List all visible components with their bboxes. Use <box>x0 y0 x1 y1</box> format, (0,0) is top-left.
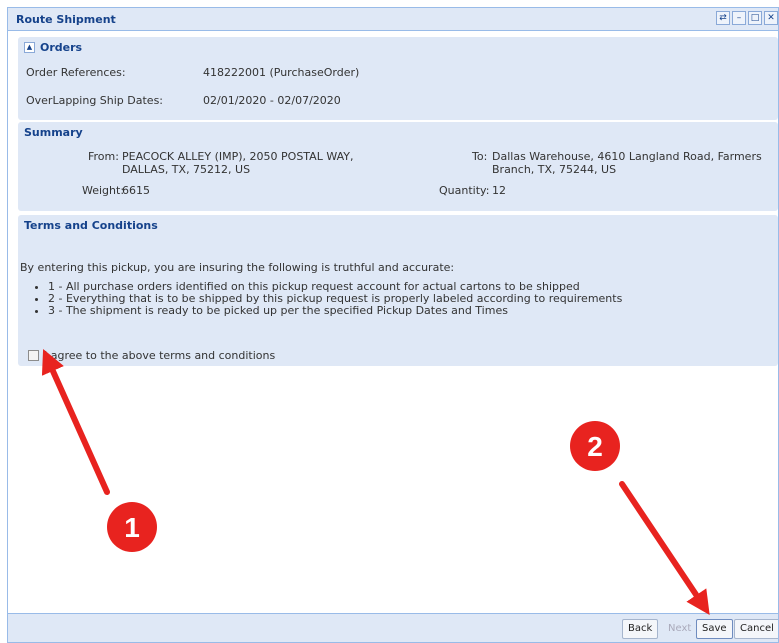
marker-2-number: 2 <box>587 431 603 462</box>
marker-1-number: 1 <box>124 512 140 543</box>
marker-1-badge: 1 <box>103 498 161 556</box>
annotation-overlay: 1 2 <box>41 349 710 615</box>
arrow-1 <box>41 349 110 495</box>
arrow-2 <box>619 481 710 615</box>
marker-2-badge: 2 <box>566 417 624 475</box>
